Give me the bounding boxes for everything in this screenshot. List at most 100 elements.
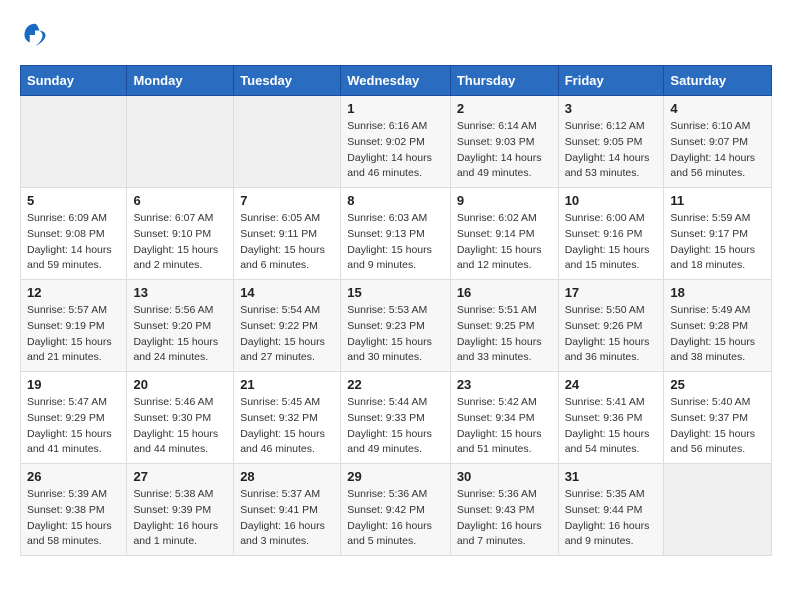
- day-info: Sunrise: 5:54 AMSunset: 9:22 PMDaylight:…: [240, 303, 334, 366]
- calendar-cell: 29 Sunrise: 5:36 AMSunset: 9:42 PMDayligh…: [341, 464, 451, 556]
- day-number: 19: [27, 377, 120, 392]
- calendar-cell: 20 Sunrise: 5:46 AMSunset: 9:30 PMDayligh…: [127, 372, 234, 464]
- day-info: Sunrise: 6:02 AMSunset: 9:14 PMDaylight:…: [457, 211, 552, 274]
- day-number: 28: [240, 469, 334, 484]
- day-number: 18: [670, 285, 765, 300]
- header-tuesday: Tuesday: [234, 66, 341, 96]
- calendar-cell: 11 Sunrise: 5:59 AMSunset: 9:17 PMDayligh…: [664, 188, 772, 280]
- day-info: Sunrise: 5:46 AMSunset: 9:30 PMDaylight:…: [133, 395, 227, 458]
- day-info: Sunrise: 6:07 AMSunset: 9:10 PMDaylight:…: [133, 211, 227, 274]
- calendar-week-row: 19Sunrise: 5:47 AMSunset: 9:29 PMDayligh…: [21, 372, 772, 464]
- day-number: 15: [347, 285, 444, 300]
- calendar-cell: 14 Sunrise: 5:54 AMSunset: 9:22 PMDayligh…: [234, 280, 341, 372]
- calendar-cell: 31 Sunrise: 5:35 AMSunset: 9:44 PMDayligh…: [558, 464, 664, 556]
- calendar-cell: 9 Sunrise: 6:02 AMSunset: 9:14 PMDaylight…: [450, 188, 558, 280]
- page-header: [20, 20, 772, 50]
- day-info: Sunrise: 5:44 AMSunset: 9:33 PMDaylight:…: [347, 395, 444, 458]
- day-number: 26: [27, 469, 120, 484]
- day-number: 17: [565, 285, 658, 300]
- calendar-cell: 5Sunrise: 6:09 AMSunset: 9:08 PMDaylight…: [21, 188, 127, 280]
- day-number: 13: [133, 285, 227, 300]
- day-number: 20: [133, 377, 227, 392]
- header-wednesday: Wednesday: [341, 66, 451, 96]
- day-number: 3: [565, 101, 658, 116]
- calendar-cell: 23 Sunrise: 5:42 AMSunset: 9:34 PMDayligh…: [450, 372, 558, 464]
- calendar-cell: 22 Sunrise: 5:44 AMSunset: 9:33 PMDayligh…: [341, 372, 451, 464]
- day-number: 4: [670, 101, 765, 116]
- day-info: Sunrise: 5:37 AMSunset: 9:41 PMDaylight:…: [240, 487, 334, 550]
- calendar-week-row: 5Sunrise: 6:09 AMSunset: 9:08 PMDaylight…: [21, 188, 772, 280]
- day-info: Sunrise: 5:57 AMSunset: 9:19 PMDaylight:…: [27, 303, 120, 366]
- calendar-cell: 15 Sunrise: 5:53 AMSunset: 9:23 PMDayligh…: [341, 280, 451, 372]
- calendar-cell: 25 Sunrise: 5:40 AMSunset: 9:37 PMDayligh…: [664, 372, 772, 464]
- day-info: Sunrise: 6:14 AMSunset: 9:03 PMDaylight:…: [457, 119, 552, 182]
- day-number: 9: [457, 193, 552, 208]
- day-number: 30: [457, 469, 552, 484]
- day-info: Sunrise: 6:16 AMSunset: 9:02 PMDaylight:…: [347, 119, 444, 182]
- day-info: Sunrise: 5:51 AMSunset: 9:25 PMDaylight:…: [457, 303, 552, 366]
- calendar-cell: 28 Sunrise: 5:37 AMSunset: 9:41 PMDayligh…: [234, 464, 341, 556]
- day-number: 16: [457, 285, 552, 300]
- day-number: 2: [457, 101, 552, 116]
- day-info: Sunrise: 5:59 AMSunset: 9:17 PMDaylight:…: [670, 211, 765, 274]
- calendar-cell: 16 Sunrise: 5:51 AMSunset: 9:25 PMDayligh…: [450, 280, 558, 372]
- calendar-cell: 2 Sunrise: 6:14 AMSunset: 9:03 PMDaylight…: [450, 96, 558, 188]
- calendar-cell: 4 Sunrise: 6:10 AMSunset: 9:07 PMDaylight…: [664, 96, 772, 188]
- day-info: Sunrise: 5:38 AMSunset: 9:39 PMDaylight:…: [133, 487, 227, 550]
- day-info: Sunrise: 5:39 AMSunset: 9:38 PMDaylight:…: [27, 487, 120, 550]
- calendar-cell: 13 Sunrise: 5:56 AMSunset: 9:20 PMDayligh…: [127, 280, 234, 372]
- day-info: Sunrise: 5:45 AMSunset: 9:32 PMDaylight:…: [240, 395, 334, 458]
- day-info: Sunrise: 6:03 AMSunset: 9:13 PMDaylight:…: [347, 211, 444, 274]
- day-number: 8: [347, 193, 444, 208]
- calendar-cell: 6Sunrise: 6:07 AMSunset: 9:10 PMDaylight…: [127, 188, 234, 280]
- calendar-cell: 26 Sunrise: 5:39 AMSunset: 9:38 PMDayligh…: [21, 464, 127, 556]
- day-number: 24: [565, 377, 658, 392]
- day-number: 29: [347, 469, 444, 484]
- calendar-week-row: 26 Sunrise: 5:39 AMSunset: 9:38 PMDayligh…: [21, 464, 772, 556]
- day-info: Sunrise: 5:42 AMSunset: 9:34 PMDaylight:…: [457, 395, 552, 458]
- header-saturday: Saturday: [664, 66, 772, 96]
- day-number: 27: [133, 469, 227, 484]
- calendar-cell: 1 Sunrise: 6:16 AMSunset: 9:02 PMDaylight…: [341, 96, 451, 188]
- calendar-cell: 27 Sunrise: 5:38 AMSunset: 9:39 PMDayligh…: [127, 464, 234, 556]
- day-info: Sunrise: 6:10 AMSunset: 9:07 PMDaylight:…: [670, 119, 765, 182]
- calendar-cell: 10Sunrise: 6:00 AMSunset: 9:16 PMDayligh…: [558, 188, 664, 280]
- calendar-cell: 3Sunrise: 6:12 AMSunset: 9:05 PMDaylight…: [558, 96, 664, 188]
- day-number: 14: [240, 285, 334, 300]
- logo-icon: [20, 20, 50, 50]
- calendar-cell: 17 Sunrise: 5:50 AMSunset: 9:26 PMDayligh…: [558, 280, 664, 372]
- day-number: 22: [347, 377, 444, 392]
- day-number: 25: [670, 377, 765, 392]
- calendar-cell: 24 Sunrise: 5:41 AMSunset: 9:36 PMDayligh…: [558, 372, 664, 464]
- day-info: Sunrise: 5:40 AMSunset: 9:37 PMDaylight:…: [670, 395, 765, 458]
- header-thursday: Thursday: [450, 66, 558, 96]
- day-number: 23: [457, 377, 552, 392]
- header-monday: Monday: [127, 66, 234, 96]
- calendar-table: SundayMondayTuesdayWednesdayThursdayFrid…: [20, 65, 772, 556]
- day-number: 10: [565, 193, 658, 208]
- day-info: Sunrise: 5:49 AMSunset: 9:28 PMDaylight:…: [670, 303, 765, 366]
- calendar-cell: 21 Sunrise: 5:45 AMSunset: 9:32 PMDayligh…: [234, 372, 341, 464]
- logo: [20, 20, 54, 50]
- day-info: Sunrise: 5:36 AMSunset: 9:42 PMDaylight:…: [347, 487, 444, 550]
- day-info: Sunrise: 5:56 AMSunset: 9:20 PMDaylight:…: [133, 303, 227, 366]
- calendar-cell: 8 Sunrise: 6:03 AMSunset: 9:13 PMDaylight…: [341, 188, 451, 280]
- day-info: Sunrise: 6:05 AMSunset: 9:11 PMDaylight:…: [240, 211, 334, 274]
- day-info: Sunrise: 5:41 AMSunset: 9:36 PMDaylight:…: [565, 395, 658, 458]
- day-info: Sunrise: 5:35 AMSunset: 9:44 PMDaylight:…: [565, 487, 658, 550]
- day-info: Sunrise: 5:50 AMSunset: 9:26 PMDaylight:…: [565, 303, 658, 366]
- day-number: 1: [347, 101, 444, 116]
- day-info: Sunrise: 6:09 AMSunset: 9:08 PMDaylight:…: [27, 211, 120, 274]
- calendar-cell: 19Sunrise: 5:47 AMSunset: 9:29 PMDayligh…: [21, 372, 127, 464]
- calendar-cell: [21, 96, 127, 188]
- day-number: 12: [27, 285, 120, 300]
- day-info: Sunrise: 5:53 AMSunset: 9:23 PMDaylight:…: [347, 303, 444, 366]
- day-number: 11: [670, 193, 765, 208]
- header-sunday: Sunday: [21, 66, 127, 96]
- calendar-cell: 12 Sunrise: 5:57 AMSunset: 9:19 PMDayligh…: [21, 280, 127, 372]
- day-number: 31: [565, 469, 658, 484]
- day-number: 21: [240, 377, 334, 392]
- calendar-cell: 7Sunrise: 6:05 AMSunset: 9:11 PMDaylight…: [234, 188, 341, 280]
- calendar-week-row: 1 Sunrise: 6:16 AMSunset: 9:02 PMDaylight…: [21, 96, 772, 188]
- calendar-cell: 18 Sunrise: 5:49 AMSunset: 9:28 PMDayligh…: [664, 280, 772, 372]
